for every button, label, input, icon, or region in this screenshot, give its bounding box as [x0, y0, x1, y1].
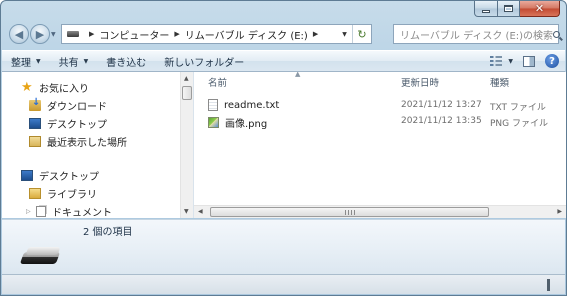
- breadcrumb-computer[interactable]: コンピューター: [99, 27, 169, 42]
- drive-icon: [67, 31, 79, 37]
- sidebar-item-label: ドキュメント: [52, 207, 112, 219]
- preview-pane-icon[interactable]: [523, 55, 535, 67]
- column-header-type[interactable]: 種類: [490, 75, 509, 89]
- search-icon[interactable]: [553, 30, 561, 38]
- new-folder-button[interactable]: 新しいフォルダー: [155, 51, 253, 71]
- close-icon: ✕: [534, 2, 545, 15]
- refresh-icon[interactable]: ↻: [352, 25, 371, 43]
- back-arrow-icon: ◀: [14, 27, 24, 41]
- downloads-folder-icon: [29, 97, 41, 111]
- resize-grip[interactable]: [547, 279, 550, 291]
- navigation-pane: ★ お気に入り ダウンロード デスクトップ 最近表示した場所 デスクトップ ライ…: [2, 72, 193, 218]
- file-name: readme.txt: [224, 99, 280, 111]
- file-row[interactable]: 画像.png 2021/11/12 13:35 PNG ファイル: [194, 113, 566, 130]
- change-view-icon[interactable]: [490, 56, 503, 66]
- sidebar-item-favorites[interactable]: ★ お気に入り: [21, 79, 89, 95]
- column-header-date[interactable]: 更新日時: [401, 75, 439, 89]
- view-options-dropdown-icon[interactable]: ▼: [508, 58, 513, 65]
- libraries-icon: [29, 187, 41, 199]
- sidebar-item-desktop-root[interactable]: デスクトップ: [21, 167, 99, 183]
- close-button[interactable]: ✕: [520, 1, 560, 17]
- share-button[interactable]: 共有 ▼: [50, 51, 98, 71]
- recent-places-icon: [29, 135, 41, 147]
- sidebar-item-label: デスクトップ: [39, 171, 99, 183]
- file-list-scrollbar[interactable]: ◀ ▶: [194, 205, 566, 218]
- command-bar: 整理 ▼ 共有 ▼ 書き込む 新しいフォルダー ▼ ?: [2, 50, 565, 72]
- new-folder-label: 新しいフォルダー: [164, 57, 245, 69]
- minimize-icon: [482, 10, 490, 13]
- scroll-down-icon[interactable]: ▼: [184, 208, 189, 215]
- maximize-icon: [504, 5, 513, 12]
- details-pane: 2 個の項目: [2, 219, 565, 274]
- breadcrumb-chevron-icon[interactable]: ▶: [313, 30, 318, 38]
- scroll-left-icon[interactable]: ◀: [198, 208, 203, 215]
- navigation-scrollbar[interactable]: ▲ ▼: [180, 72, 193, 218]
- forward-button[interactable]: ▶: [30, 24, 50, 44]
- maximize-button[interactable]: [498, 1, 520, 17]
- breadcrumb-chevron-icon[interactable]: ▶: [89, 30, 94, 38]
- column-headers: ▲ 名前 更新日時 種類: [194, 72, 566, 92]
- sidebar-item-documents[interactable]: ▷ ドキュメント: [26, 203, 112, 218]
- sidebar-item-label: ライブラリ: [47, 189, 97, 201]
- chevron-down-icon: ▼: [36, 57, 41, 65]
- search-input[interactable]: リムーバブル ディスク (E:)の検索: [400, 27, 553, 42]
- caption-buttons: ✕: [474, 1, 560, 17]
- column-header-name[interactable]: 名前: [208, 75, 227, 89]
- sidebar-item-label: お気に入り: [39, 83, 89, 95]
- back-button[interactable]: ◀: [9, 24, 29, 44]
- desktop-icon: [29, 117, 41, 129]
- burn-button[interactable]: 書き込む: [97, 51, 155, 71]
- explorer-window: ✕ ◀ ▶ ▼ ▶ コンピューター ▶ リムーバブル ディスク (E:) ▶ ▼…: [0, 0, 567, 296]
- file-row[interactable]: readme.txt 2021/11/12 13:27 TXT ファイル: [194, 97, 566, 113]
- file-name: 画像.png: [225, 119, 268, 130]
- file-modified-date: 2021/11/12 13:27: [401, 100, 482, 110]
- address-row: ◀ ▶ ▼ ▶ コンピューター ▶ リムーバブル ディスク (E:) ▶ ▼ ↻…: [7, 23, 561, 45]
- file-list: ▲ 名前 更新日時 種類 readme.txt 2021/11/12 13:27…: [194, 72, 566, 218]
- sidebar-item-recent-places[interactable]: 最近表示した場所: [29, 133, 127, 149]
- address-dropdown-icon[interactable]: ▼: [337, 25, 352, 43]
- breadcrumb-chevron-icon[interactable]: ▶: [174, 30, 179, 38]
- address-bar[interactable]: ▶ コンピューター ▶ リムーバブル ディスク (E:) ▶ ▼ ↻: [61, 24, 372, 44]
- organize-label: 整理: [11, 57, 31, 69]
- file-type: PNG ファイル: [490, 119, 548, 129]
- documents-icon: [36, 205, 46, 217]
- recent-pages-dropdown[interactable]: ▼: [51, 31, 56, 38]
- chevron-down-icon: ▼: [83, 57, 89, 65]
- scroll-up-icon[interactable]: ▲: [184, 75, 189, 82]
- scroll-right-icon[interactable]: ▶: [557, 208, 562, 215]
- removable-drive-icon: [19, 246, 64, 266]
- sidebar-item-label: デスクトップ: [47, 119, 107, 131]
- share-label: 共有: [58, 57, 79, 69]
- item-count: 2 個の項目: [83, 227, 133, 238]
- organize-button[interactable]: 整理 ▼: [2, 51, 50, 71]
- burn-label: 書き込む: [106, 57, 147, 69]
- sidebar-item-libraries[interactable]: ライブラリ: [19, 185, 97, 201]
- scrollbar-thumb[interactable]: [182, 86, 192, 100]
- scrollbar-thumb[interactable]: [210, 207, 489, 217]
- minimize-button[interactable]: [474, 1, 498, 17]
- image-file-icon: [208, 117, 219, 128]
- help-icon[interactable]: ?: [545, 54, 559, 68]
- file-modified-date: 2021/11/12 13:35: [401, 116, 482, 126]
- sidebar-item-label: ダウンロード: [47, 101, 107, 113]
- desktop-icon: [21, 169, 33, 181]
- sidebar-item-desktop[interactable]: デスクトップ: [29, 115, 107, 131]
- text-file-icon: [208, 99, 218, 111]
- breadcrumb-removable-disk[interactable]: リムーバブル ディスク (E:): [185, 27, 308, 42]
- sort-ascending-icon: ▲: [295, 72, 301, 78]
- sidebar-item-downloads[interactable]: ダウンロード: [29, 97, 107, 113]
- star-icon: ★: [21, 79, 33, 95]
- forward-arrow-icon: ▶: [35, 27, 45, 41]
- status-bar: [2, 274, 565, 294]
- expand-arrow-icon[interactable]: ▷: [26, 208, 36, 215]
- sidebar-item-label: 最近表示した場所: [47, 137, 127, 149]
- file-type: TXT ファイル: [490, 103, 546, 113]
- search-box[interactable]: リムーバブル ディスク (E:)の検索: [393, 24, 561, 44]
